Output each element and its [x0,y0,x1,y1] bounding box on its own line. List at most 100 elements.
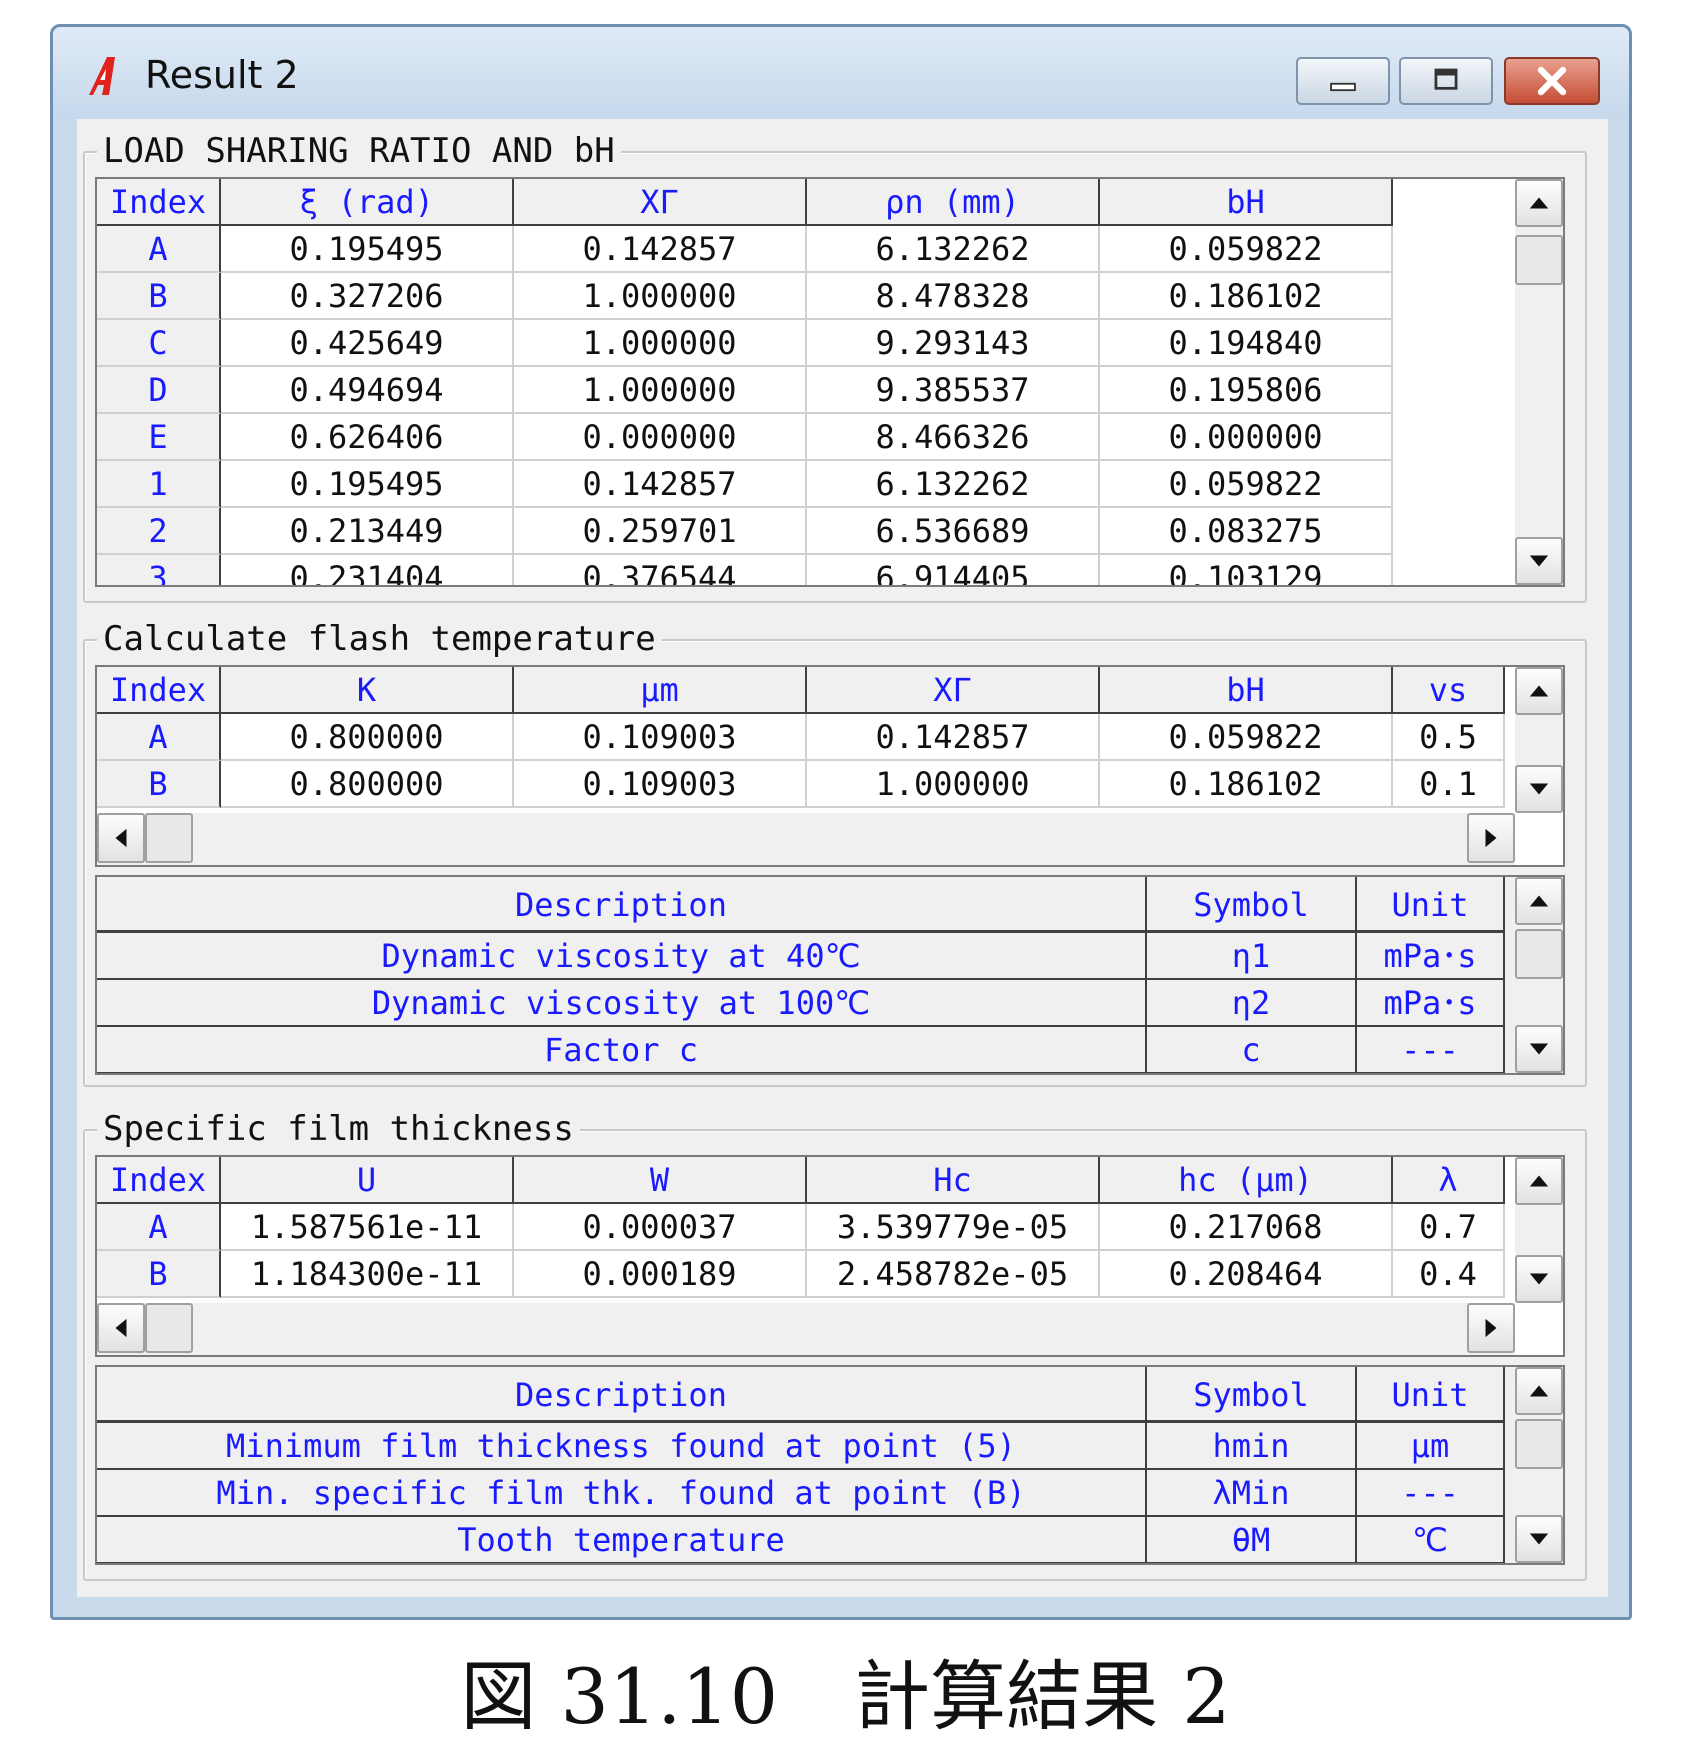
load-sharing-scroll-down-button[interactable] [1515,537,1563,585]
flash-temp-description-cell[interactable]: --- [1357,1027,1505,1073]
flash-temp-description-column-header[interactable]: Unit [1357,877,1505,933]
film-thickness-description-scroll-up-button[interactable] [1515,1367,1563,1415]
film-thickness-table-cell[interactable]: 0.4 [1393,1251,1505,1298]
flash-temp-description-scroll-down-button[interactable] [1515,1025,1563,1073]
film-thickness-scroll-left-button[interactable] [97,1303,145,1353]
flash-temp-column-header[interactable]: vs [1393,667,1505,714]
load-sharing-column-header[interactable]: Index [97,179,221,226]
close-button[interactable] [1504,57,1600,105]
film-thickness-description-cell[interactable]: ℃ [1357,1517,1505,1563]
load-sharing-table-cell[interactable]: 6.132262 [807,461,1100,508]
load-sharing-table-cell[interactable]: 0.059822 [1100,461,1393,508]
film-thickness-description-cell[interactable]: Minimum film thickness found at point (5… [97,1423,1147,1470]
flash-temp-description-table[interactable]: Description Symbol Unit Dynamic viscosity a… [95,875,1565,1075]
film-thickness-table-cell[interactable]: 0.217068 [1100,1204,1393,1251]
load-sharing-table-cell[interactable]: 1.000000 [514,367,807,414]
title-bar[interactable]: Result 2 [53,27,1629,119]
load-sharing-table-cell[interactable]: 1.000000 [514,273,807,320]
film-thickness-table-cell[interactable]: 0.000189 [514,1251,807,1298]
flash-temp-scroll-left-button[interactable] [97,813,145,863]
flash-temp-description-scroll-thumb[interactable] [1515,929,1563,979]
load-sharing-table-cell[interactable]: 0.083275 [1100,508,1393,555]
film-thickness-description-cell[interactable]: λMin [1147,1470,1357,1517]
flash-temp-description-cell[interactable]: mPa･s [1357,933,1505,980]
flash-temp-vertical-scrollbar[interactable] [1515,667,1563,813]
load-sharing-table-cell[interactable]: 0.194840 [1100,320,1393,367]
load-sharing-table-cell[interactable]: 8.478328 [807,273,1100,320]
film-thickness-table-cell[interactable]: 0.208464 [1100,1251,1393,1298]
load-sharing-table-cell[interactable]: 0.195495 [221,461,514,508]
flash-temp-table-cell[interactable]: 0.5 [1393,714,1505,761]
flash-temp-column-header[interactable]: XΓ [807,667,1100,714]
load-sharing-table[interactable]: Index ξ (rad) XΓ ρn (mm) bH A 0.195495 0.142857… [95,177,1565,587]
film-thickness-table-cell[interactable]: 1.587561e-11 [221,1204,514,1251]
film-thickness-table-cell[interactable]: 0.7 [1393,1204,1505,1251]
load-sharing-table-cell[interactable]: 6.536689 [807,508,1100,555]
film-thickness-scroll-down-button[interactable] [1515,1255,1563,1303]
load-sharing-table-cell[interactable]: 0.626406 [221,414,514,461]
load-sharing-table-cell[interactable]: 9.385537 [807,367,1100,414]
film-thickness-column-header[interactable]: Index [97,1157,221,1204]
flash-temp-column-header[interactable]: bH [1100,667,1393,714]
flash-temp-scroll-down-button[interactable] [1515,765,1563,813]
load-sharing-row-index[interactable]: A [97,226,221,273]
flash-temp-column-header[interactable]: Index [97,667,221,714]
flash-temp-description-cell[interactable]: mPa･s [1357,980,1505,1027]
flash-temp-horizontal-scrollbar[interactable] [97,813,1515,865]
flash-temp-description-column-header[interactable]: Description [97,877,1147,933]
load-sharing-table-cell[interactable]: 6.132262 [807,226,1100,273]
load-sharing-table-cell[interactable]: 0.000000 [514,414,807,461]
film-thickness-table-cell[interactable]: 0.000037 [514,1204,807,1251]
flash-temp-column-header[interactable]: μm [514,667,807,714]
flash-temp-table-cell[interactable]: 0.1 [1393,761,1505,808]
flash-temp-table-cell[interactable]: 1.000000 [807,761,1100,808]
load-sharing-table-cell[interactable]: 8.466326 [807,414,1100,461]
film-thickness-description-cell[interactable]: Tooth temperature [97,1517,1147,1563]
flash-temp-description-cell[interactable]: η1 [1147,933,1357,980]
film-thickness-description-cell[interactable]: θM [1147,1517,1357,1563]
film-thickness-scroll-up-button[interactable] [1515,1157,1563,1205]
load-sharing-table-cell[interactable]: 6.914405 [807,555,1100,585]
load-sharing-table-cell[interactable]: 0.142857 [514,226,807,273]
flash-temp-description-column-header[interactable]: Symbol [1147,877,1357,933]
flash-temp-scroll-right-button[interactable] [1467,813,1515,863]
flash-temp-column-header[interactable]: K [221,667,514,714]
flash-temp-scroll-up-button[interactable] [1515,667,1563,715]
load-sharing-row-index[interactable]: C [97,320,221,367]
film-thickness-row-index[interactable]: A [97,1204,221,1251]
load-sharing-column-header[interactable]: ξ (rad) [221,179,514,226]
load-sharing-table-cell[interactable]: 0.186102 [1100,273,1393,320]
load-sharing-row-index[interactable]: 3 [97,555,221,585]
load-sharing-table-cell[interactable]: 0.425649 [221,320,514,367]
load-sharing-table-cell[interactable]: 0.195806 [1100,367,1393,414]
film-thickness-description-cell[interactable]: Min. specific film thk. found at point (… [97,1470,1147,1517]
load-sharing-table-cell[interactable]: 0.213449 [221,508,514,555]
film-thickness-table-cell[interactable]: 2.458782e-05 [807,1251,1100,1298]
load-sharing-column-header[interactable]: ρn (mm) [807,179,1100,226]
load-sharing-row-index[interactable]: B [97,273,221,320]
film-thickness-description-cell[interactable]: --- [1357,1470,1505,1517]
load-sharing-table-cell[interactable]: 0.259701 [514,508,807,555]
minimize-button[interactable] [1296,57,1390,105]
load-sharing-row-index[interactable]: 1 [97,461,221,508]
film-thickness-description-cell[interactable]: hmin [1147,1423,1357,1470]
film-thickness-description-column-header[interactable]: Symbol [1147,1367,1357,1423]
load-sharing-scroll-up-button[interactable] [1515,179,1563,227]
flash-temp-description-cell[interactable]: Dynamic viscosity at 100℃ [97,980,1147,1027]
flash-temp-description-cell[interactable]: η2 [1147,980,1357,1027]
load-sharing-column-header[interactable]: XΓ [514,179,807,226]
film-thickness-scroll-right-button[interactable] [1467,1303,1515,1353]
flash-temp-row-index[interactable]: B [97,761,221,808]
load-sharing-table-cell[interactable]: 0.231404 [221,555,514,585]
load-sharing-table-cell[interactable]: 0.376544 [514,555,807,585]
film-thickness-vertical-scrollbar[interactable] [1515,1157,1563,1303]
film-thickness-horizontal-scrollbar[interactable] [97,1303,1515,1355]
flash-temp-description-cell[interactable]: c [1147,1027,1357,1073]
load-sharing-table-cell[interactable]: 0.103129 [1100,555,1393,585]
load-sharing-table-cell[interactable]: 0.059822 [1100,226,1393,273]
load-sharing-row-index[interactable]: E [97,414,221,461]
flash-temp-description-scroll-up-button[interactable] [1515,877,1563,925]
flash-temp-table-cell[interactable]: 0.186102 [1100,761,1393,808]
flash-temp-table-cell[interactable]: 0.109003 [514,714,807,761]
flash-temp-table-cell[interactable]: 0.109003 [514,761,807,808]
